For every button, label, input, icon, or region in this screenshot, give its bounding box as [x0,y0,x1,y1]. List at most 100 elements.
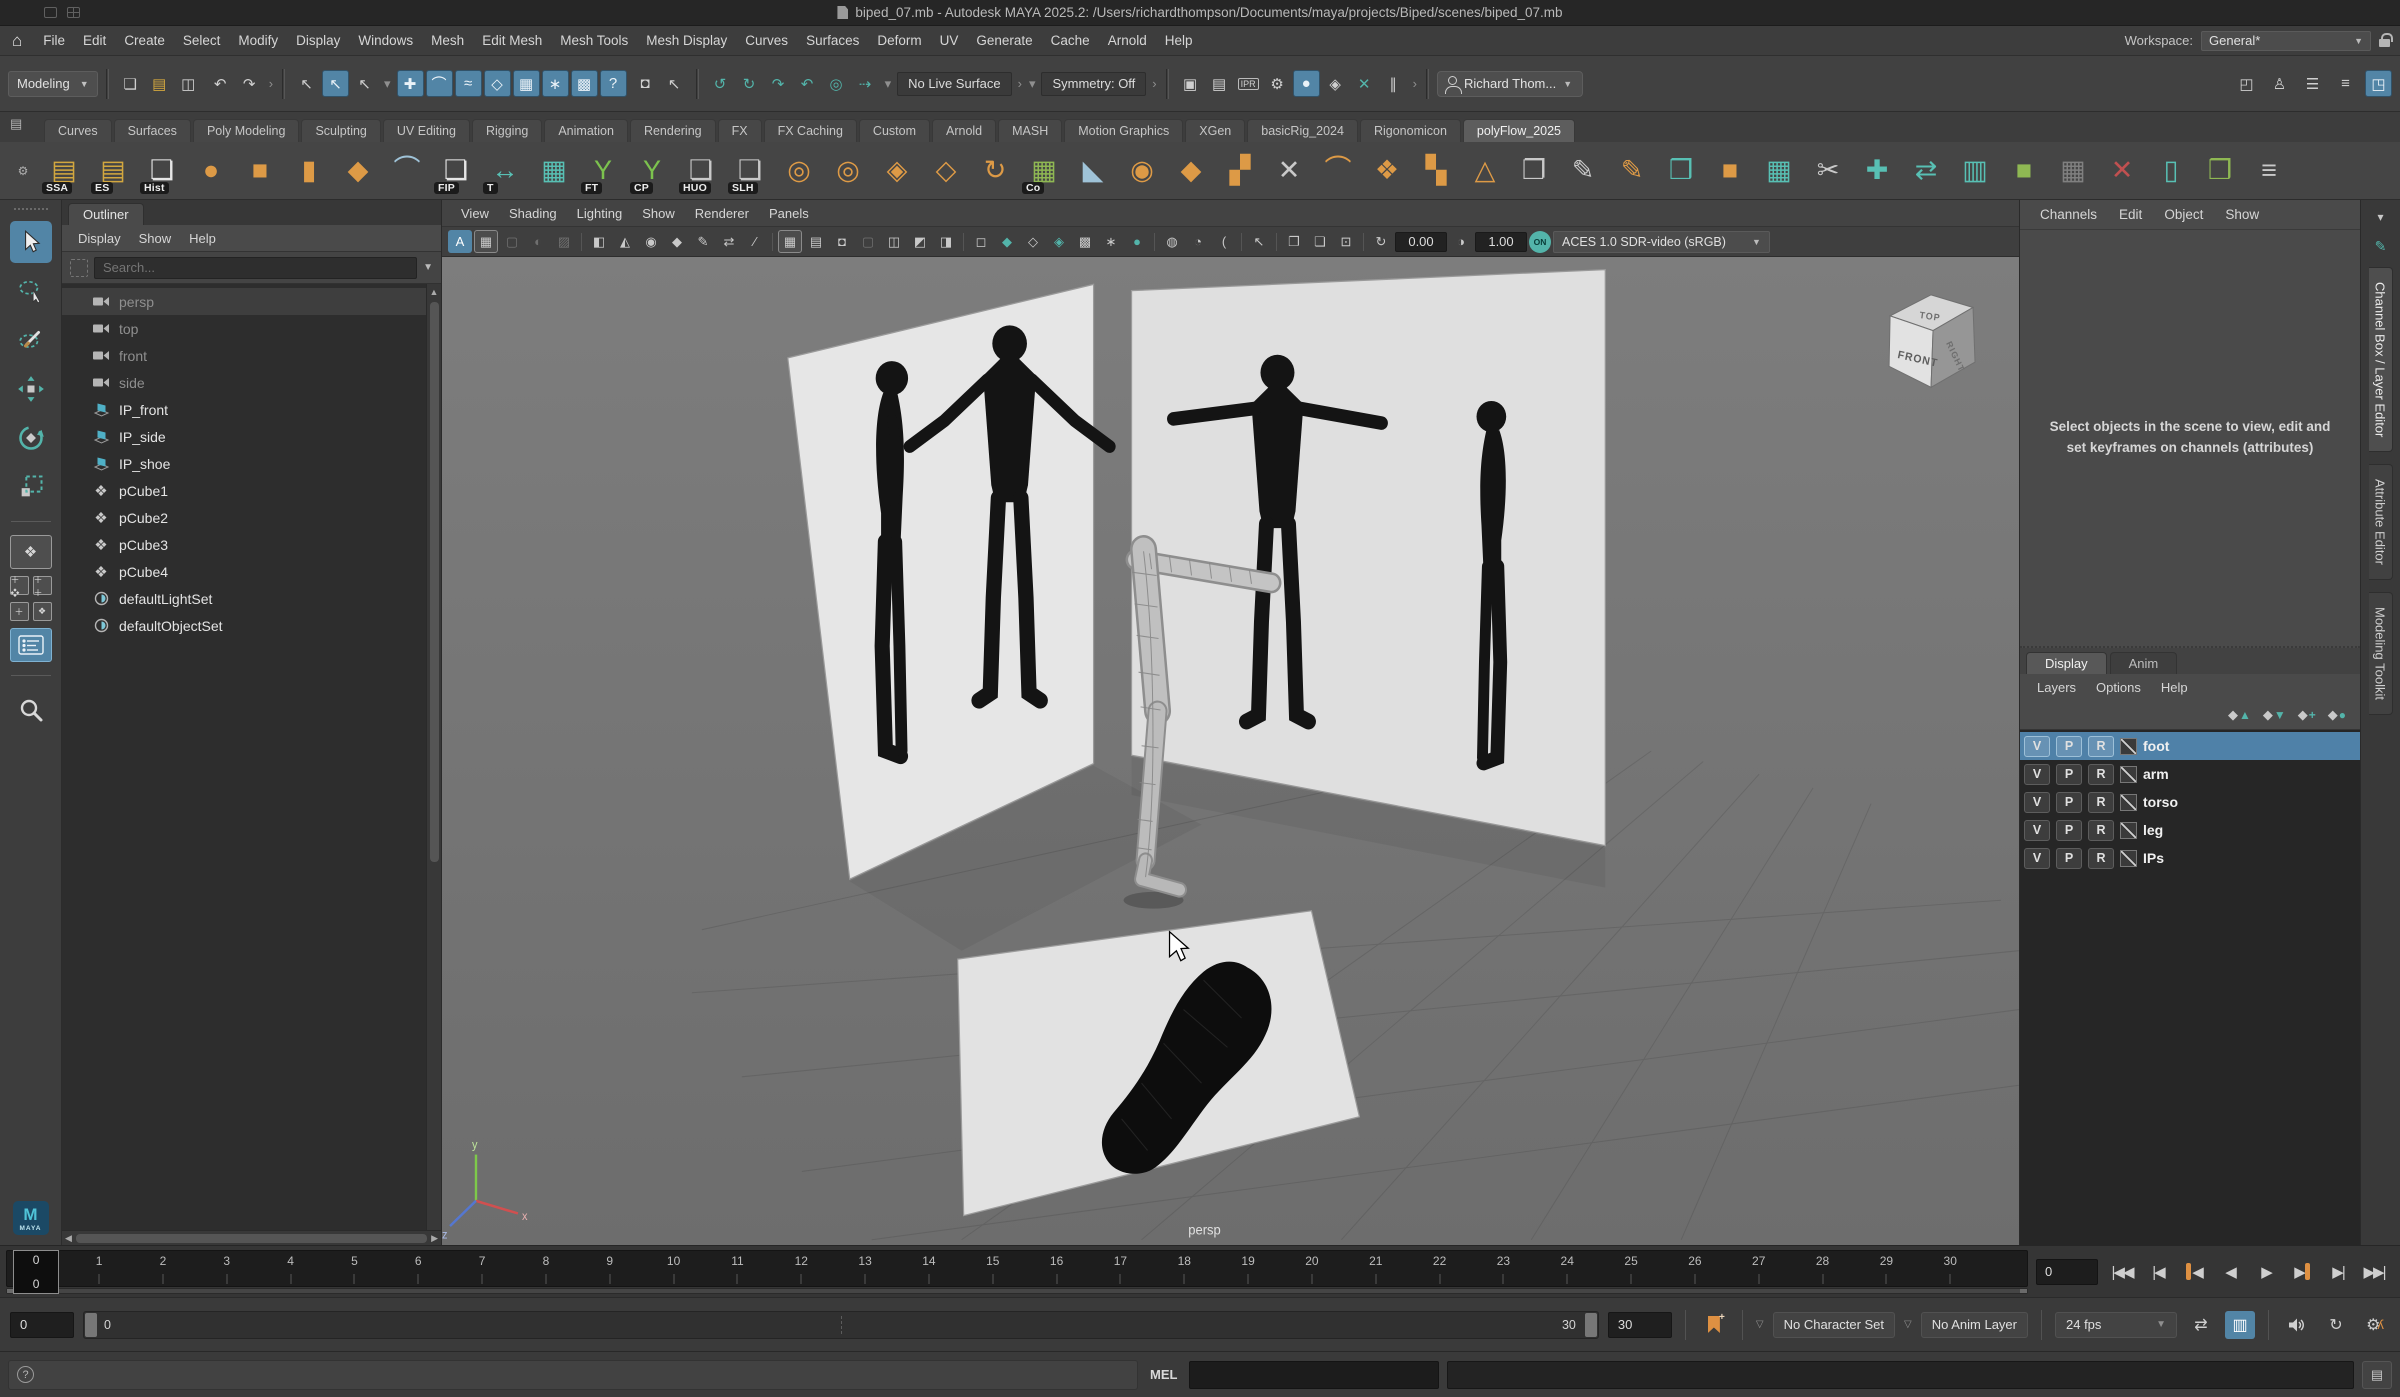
menu-file[interactable]: File [34,30,74,51]
new-scene-icon[interactable]: ❏ [117,70,144,97]
chevron-down-icon[interactable]: ▾ [1029,76,1036,92]
attribute-editor-toggle-icon[interactable]: ◳ [2365,70,2392,97]
workspace-dropdown[interactable]: General*▼ [2201,31,2371,51]
step-back-frame-button[interactable]: |◀ [2142,1257,2174,1287]
shelf-tab-poly-modeling[interactable]: Poly Modeling [193,119,300,142]
layer-visible-toggle[interactable]: V [2024,820,2050,841]
hypershade-icon[interactable]: ● [1293,70,1320,97]
help-icon[interactable]: ? [17,1366,34,1383]
section-collapse-icon[interactable]: › [1152,76,1156,91]
outliner-item-pCube2[interactable]: ❖pCube2 [62,504,426,531]
lasso-tool-icon[interactable] [10,270,52,312]
outliner-item-IP_front[interactable]: IP_front [62,396,426,423]
make-live-icon[interactable]: ▩ [571,70,598,97]
layer-color-swatch[interactable] [2120,822,2137,839]
channel-box-menu-object[interactable]: Object [2154,205,2213,224]
channel-box-menu-edit[interactable]: Edit [2109,205,2152,224]
chevron-down-icon[interactable]: ▼ [423,262,433,273]
layer-new-icon[interactable]: ◆● [2328,707,2346,723]
outliner-item-persp[interactable]: persp [62,288,426,315]
scale-tool-icon[interactable] [10,466,52,508]
lock-selection-icon[interactable]: ◘ [632,70,659,97]
shelf-red-x-icon[interactable]: ✕ [2099,146,2145,196]
menu-edit[interactable]: Edit [74,30,115,51]
channel-box-menu-show[interactable]: Show [2215,205,2269,224]
go-to-start-button[interactable]: |◀◀ [2106,1257,2138,1287]
shelf-tab-animation[interactable]: Animation [544,119,628,142]
menu-mesh-tools[interactable]: Mesh Tools [551,30,637,51]
refresh-icon[interactable]: ↻ [1369,230,1393,253]
character-controls-toggle-icon[interactable]: ♙ [2266,70,2293,97]
outliner-toggle-icon[interactable]: ≡ [2332,70,2359,97]
gate-mask-icon[interactable]: ▨ [552,230,576,253]
layer-playback-toggle[interactable]: P [2056,764,2082,785]
viewport-menu-show[interactable]: Show [633,204,684,223]
section-collapse-icon[interactable]: › [1413,76,1417,91]
snap-curves-icon[interactable]: ≈ [455,70,482,97]
viewport-menu-view[interactable]: View [452,204,498,223]
mel-command-input[interactable] [1189,1361,1439,1389]
isolate-select-icon[interactable]: A [448,230,472,253]
menu-modify[interactable]: Modify [229,30,287,51]
shelf-tab-rigging[interactable]: Rigging [472,119,542,142]
shelf-poly-pipe-icon[interactable]: ◆ [335,146,381,196]
xray-active-icon[interactable]: ◇ [1021,230,1045,253]
scroll-right-icon[interactable]: ▶ [431,1233,438,1244]
select-camera-icon[interactable]: ◧ [587,230,611,253]
shelf-note-icon[interactable]: ❏Hist [139,146,185,196]
layer-tab-display[interactable]: Display [2026,652,2107,674]
shelf-tab-surfaces[interactable]: Surfaces [114,119,191,142]
snap-help-icon[interactable]: ? [600,70,627,97]
output-connections-icon[interactable]: ↻ [736,70,763,97]
textured-icon[interactable]: ◘ [830,230,854,253]
outliner-item-defaultLightSet[interactable]: defaultLightSet [62,585,426,612]
current-frame-indicator[interactable]: 0 0 [13,1250,59,1294]
draw-stroke-icon[interactable]: ∕ [743,230,767,253]
shelf-tab-curves[interactable]: Curves [44,119,112,142]
shelf-mirror-icon[interactable]: ◎ [776,146,822,196]
shelf-note-icon[interactable]: ❏FIP [433,146,479,196]
xray-joints-icon[interactable]: ◆ [995,230,1019,253]
shelf-tab-sculpting[interactable]: Sculpting [301,119,380,142]
menu-cache[interactable]: Cache [1042,30,1099,51]
outliner-item-side[interactable]: side [62,369,426,396]
image-plane-icon[interactable]: ✎ [691,230,715,253]
viewport-menu-shading[interactable]: Shading [500,204,566,223]
shelf-window-icon[interactable]: ❐ [1511,146,1557,196]
shelf-delete-edge-icon[interactable]: ✕ [1266,146,1312,196]
snap-points-icon[interactable]: ◇ [484,70,511,97]
bookmark-add-icon[interactable]: + [1699,1311,1729,1339]
menu-display[interactable]: Display [287,30,349,51]
layer-row-arm[interactable]: VPRarm [2020,760,2360,788]
ambient-occlusion-icon[interactable]: ◩ [908,230,932,253]
outliner-item-pCube3[interactable]: ❖pCube3 [62,531,426,558]
shelf-folder-icon[interactable]: ▤SSA [41,146,87,196]
layer-visible-toggle[interactable]: V [2024,848,2050,869]
section-collapse-icon[interactable]: › [1018,76,1022,91]
select-hierarchy-icon[interactable]: ↖ [293,70,320,97]
auto-keyframe-icon[interactable]: ↻ [2321,1311,2351,1339]
live-surface-field[interactable]: No Live Surface [897,72,1012,96]
animation-start-field[interactable]: 0 [10,1312,74,1338]
chevron-down-icon[interactable]: ▾ [885,76,892,92]
shelf-rotate-object-icon[interactable]: ↻ [972,146,1018,196]
render-view-icon[interactable]: ▣ [1177,70,1204,97]
step-forward-key-button[interactable]: ▶ [2286,1257,2318,1287]
menu-mesh-display[interactable]: Mesh Display [637,30,736,51]
sidebar-tab-attribute-editor[interactable]: Attribute Editor [2369,464,2393,580]
highlight-selection-icon[interactable]: ↖ [661,70,688,97]
save-scene-icon[interactable]: ◫ [175,70,202,97]
shelf-tab-mash[interactable]: MASH [998,119,1062,142]
layer-row-foot[interactable]: VPRfoot [2020,732,2360,760]
animation-end-field[interactable]: 30 [1608,1312,1672,1338]
shelf-poly-cylinder-icon[interactable]: ▮ [286,146,332,196]
shelf-tab-polyflow_2025[interactable]: polyFlow_2025 [1463,119,1575,142]
shelf-quad-draw-icon[interactable]: ▚ [1413,146,1459,196]
scroll-left-icon[interactable]: ◀ [65,1233,72,1244]
gamma-field[interactable]: 1.00 [1475,232,1527,252]
shelf-gear-icon[interactable]: ⚙ [18,164,29,178]
shelf-scissors-icon[interactable]: ✂ [1805,146,1851,196]
select-object-icon[interactable]: ↖ [322,70,349,97]
viewport-menu-lighting[interactable]: Lighting [568,204,632,223]
go-to-end-button[interactable]: ▶▶| [2358,1257,2390,1287]
